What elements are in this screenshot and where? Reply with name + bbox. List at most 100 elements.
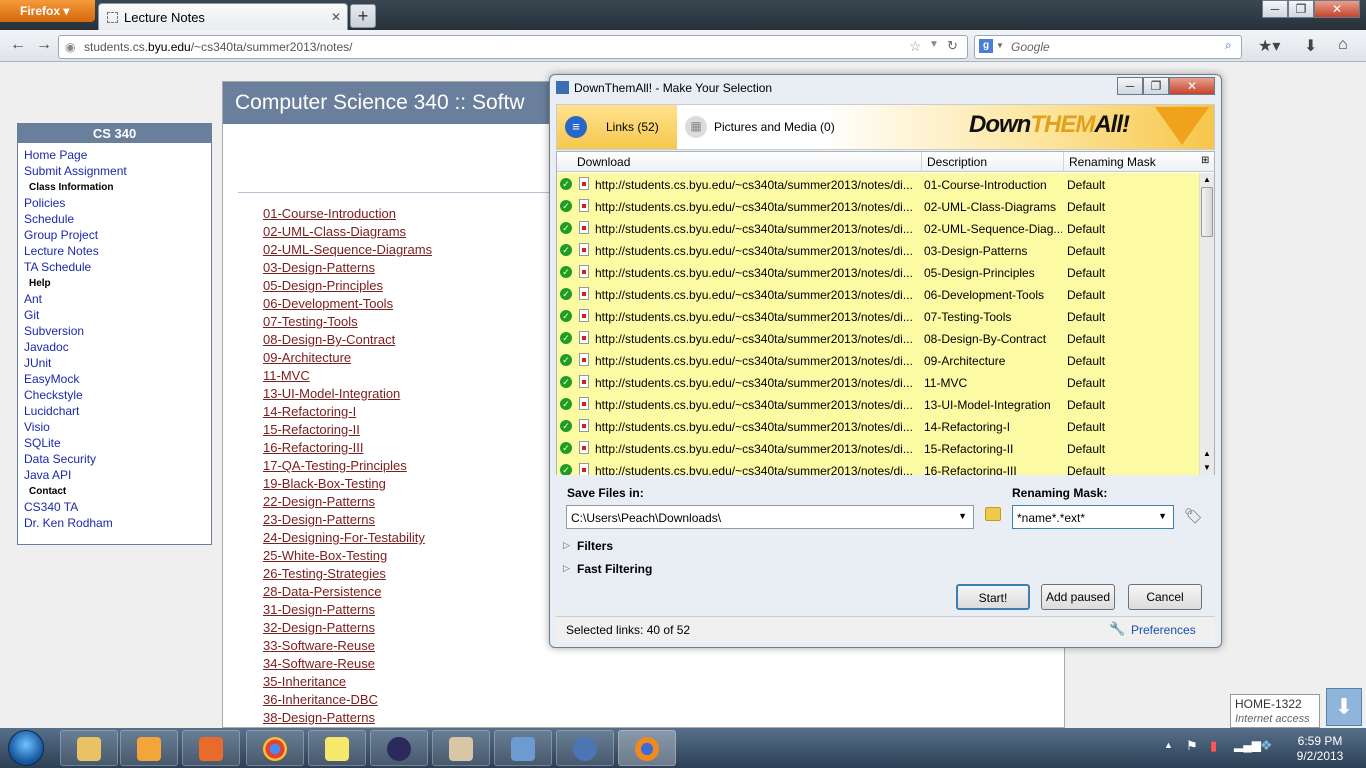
check-icon[interactable]: ✓: [560, 200, 572, 212]
taskbar-eclipse[interactable]: [370, 730, 428, 766]
check-icon[interactable]: ✓: [560, 178, 572, 190]
sidebar-link[interactable]: Subversion: [24, 324, 84, 338]
sidebar-link[interactable]: Home Page: [24, 148, 87, 162]
tab-pictures-media[interactable]: ▦ Pictures and Media (0): [685, 105, 835, 149]
sidebar-link[interactable]: Checkstyle: [24, 388, 83, 402]
taskbar-explorer[interactable]: [60, 730, 118, 766]
table-row[interactable]: ✓ http://students.cs.byu.edu/~cs340ta/sum…: [557, 393, 1199, 415]
power-icon[interactable]: ▮: [1210, 738, 1217, 754]
sidebar-link[interactable]: EasyMock: [24, 372, 79, 386]
taskbar-sticky-notes[interactable]: [308, 730, 366, 766]
close-tab-icon[interactable]: ✕: [331, 10, 341, 24]
chevron-down-icon[interactable]: ▼: [1158, 511, 1167, 521]
sidebar-link[interactable]: Git: [24, 308, 39, 322]
check-icon[interactable]: ✓: [560, 266, 572, 278]
firefox-menu-button[interactable]: Firefox ▾: [0, 0, 95, 22]
taskbar-network[interactable]: [494, 730, 552, 766]
check-icon[interactable]: ✓: [560, 332, 572, 344]
cancel-button[interactable]: Cancel: [1128, 584, 1202, 610]
sidebar-link[interactable]: Java API: [24, 468, 71, 482]
lecture-note-link[interactable]: 25-White-Box-Testing: [263, 548, 387, 563]
tag-icon[interactable]: 🏷: [1184, 507, 1203, 525]
sidebar-link[interactable]: CS340 TA: [24, 500, 78, 514]
taskbar-office[interactable]: [182, 730, 240, 766]
check-icon[interactable]: ✓: [560, 420, 572, 432]
maximize-button[interactable]: ❐: [1288, 0, 1314, 18]
check-icon[interactable]: ✓: [560, 288, 572, 300]
minimize-button[interactable]: ─: [1262, 0, 1288, 18]
lecture-note-link[interactable]: 38-Design-Patterns: [263, 710, 375, 725]
sidebar-link[interactable]: Policies: [24, 196, 65, 210]
lecture-note-link[interactable]: 24-Designing-For-Testability: [263, 530, 425, 545]
forward-icon[interactable]: →: [36, 36, 52, 54]
sidebar-link[interactable]: TA Schedule: [24, 260, 91, 274]
lecture-note-link[interactable]: 02-UML-Sequence-Diagrams: [263, 242, 432, 257]
search-icon[interactable]: ⌕: [1225, 38, 1232, 53]
lecture-note-link[interactable]: 34-Software-Reuse: [263, 656, 375, 671]
search-box[interactable]: g ▼ Google ⌕: [974, 35, 1242, 59]
sidebar-link[interactable]: Dr. Ken Rodham: [24, 516, 113, 530]
lecture-note-link[interactable]: 36-Inheritance-DBC: [263, 692, 378, 707]
downloads-icon[interactable]: ⬇: [1304, 36, 1317, 56]
check-icon[interactable]: ✓: [560, 222, 572, 234]
check-icon[interactable]: ✓: [560, 464, 572, 475]
home-icon[interactable]: ⌂: [1338, 36, 1348, 54]
save-path-combo[interactable]: C:\Users\Peach\Downloads\ ▼: [566, 505, 974, 529]
expand-fast-filtering-icon[interactable]: ▷: [563, 563, 570, 574]
google-icon[interactable]: g: [979, 39, 993, 53]
table-scrollbar[interactable]: ▲ ▲ ▼: [1199, 173, 1214, 475]
table-row[interactable]: ✓ http://students.cs.byu.edu/~cs340ta/sum…: [557, 173, 1199, 195]
lecture-note-link[interactable]: 11-MVC: [263, 368, 310, 383]
sidebar-link[interactable]: Lucidchart: [24, 404, 79, 418]
reload-icon[interactable]: ↻: [947, 38, 958, 54]
signal-icon[interactable]: ▂▄▆: [1234, 738, 1261, 752]
chevron-down-icon[interactable]: ▼: [958, 511, 967, 521]
system-clock[interactable]: 6:59 PM 9/2/2013: [1285, 734, 1355, 764]
lecture-note-link[interactable]: 31-Design-Patterns: [263, 602, 375, 617]
lecture-note-link[interactable]: 33-Software-Reuse: [263, 638, 375, 653]
preferences-link[interactable]: Preferences: [1131, 623, 1196, 637]
bookmark-star-icon[interactable]: ☆: [909, 38, 922, 55]
table-row[interactable]: ✓ http://students.cs.byu.edu/~cs340ta/sum…: [557, 437, 1199, 459]
lecture-note-link[interactable]: 19-Black-Box-Testing: [263, 476, 386, 491]
tab-links[interactable]: ≡ Links (52): [557, 105, 677, 149]
column-picker-icon[interactable]: ⊞: [1201, 155, 1209, 166]
table-row[interactable]: ✓ http://students.cs.byu.edu/~cs340ta/sum…: [557, 217, 1199, 239]
sidebar-link[interactable]: JUnit: [24, 356, 51, 370]
renaming-mask-combo[interactable]: *name*.*ext* ▼: [1012, 505, 1174, 529]
history-dropdown-icon[interactable]: ▼: [929, 39, 939, 50]
search-engine-dropdown-icon[interactable]: ▼: [996, 41, 1004, 50]
sidebar-link[interactable]: Visio: [24, 420, 50, 434]
lecture-note-link[interactable]: 16-Refactoring-III: [263, 440, 363, 455]
lecture-note-link[interactable]: 23-Design-Patterns: [263, 512, 375, 527]
dialog-maximize-button[interactable]: ❐: [1143, 77, 1169, 95]
lecture-note-link[interactable]: 01-Course-Introduction: [263, 206, 396, 221]
lecture-note-link[interactable]: 15-Refactoring-II: [263, 422, 360, 437]
lecture-note-link[interactable]: 05-Design-Principles: [263, 278, 383, 293]
sidebar-link[interactable]: Submit Assignment: [24, 164, 127, 178]
table-row[interactable]: ✓ http://students.cs.byu.edu/~cs340ta/sum…: [557, 195, 1199, 217]
scroll-down-icon[interactable]: ▼: [1203, 463, 1211, 472]
taskbar-media-player[interactable]: [120, 730, 178, 766]
lecture-note-link[interactable]: 32-Design-Patterns: [263, 620, 375, 635]
bookmarks-menu-icon[interactable]: ★▾: [1258, 36, 1280, 56]
new-tab-button[interactable]: +: [350, 4, 376, 28]
table-row[interactable]: ✓ http://students.cs.byu.edu/~cs340ta/sum…: [557, 239, 1199, 261]
lecture-note-link[interactable]: 06-Development-Tools: [263, 296, 393, 311]
lecture-note-link[interactable]: 13-UI-Model-Integration: [263, 386, 400, 401]
url-bar[interactable]: ◉ students.cs.byu.edu/~cs340ta/summer201…: [58, 35, 968, 59]
close-window-button[interactable]: ✕: [1314, 0, 1360, 18]
lecture-note-link[interactable]: 07-Testing-Tools: [263, 314, 358, 329]
sidebar-link[interactable]: Schedule: [24, 212, 74, 226]
taskbar-paint[interactable]: [432, 730, 490, 766]
expand-filters-icon[interactable]: ▷: [563, 540, 570, 551]
sidebar-link[interactable]: Lecture Notes: [24, 244, 99, 258]
sidebar-link[interactable]: Group Project: [24, 228, 98, 242]
taskbar-firefox[interactable]: [618, 730, 676, 766]
table-row[interactable]: ✓ http://students.cs.byu.edu/~cs340ta/sum…: [557, 371, 1199, 393]
table-row[interactable]: ✓ http://students.cs.byu.edu/~cs340ta/sum…: [557, 261, 1199, 283]
taskbar-security[interactable]: [556, 730, 614, 766]
column-download[interactable]: Download: [577, 155, 630, 169]
dialog-minimize-button[interactable]: ─: [1117, 77, 1143, 95]
table-row[interactable]: ✓ http://students.cs.byu.edu/~cs340ta/sum…: [557, 349, 1199, 371]
